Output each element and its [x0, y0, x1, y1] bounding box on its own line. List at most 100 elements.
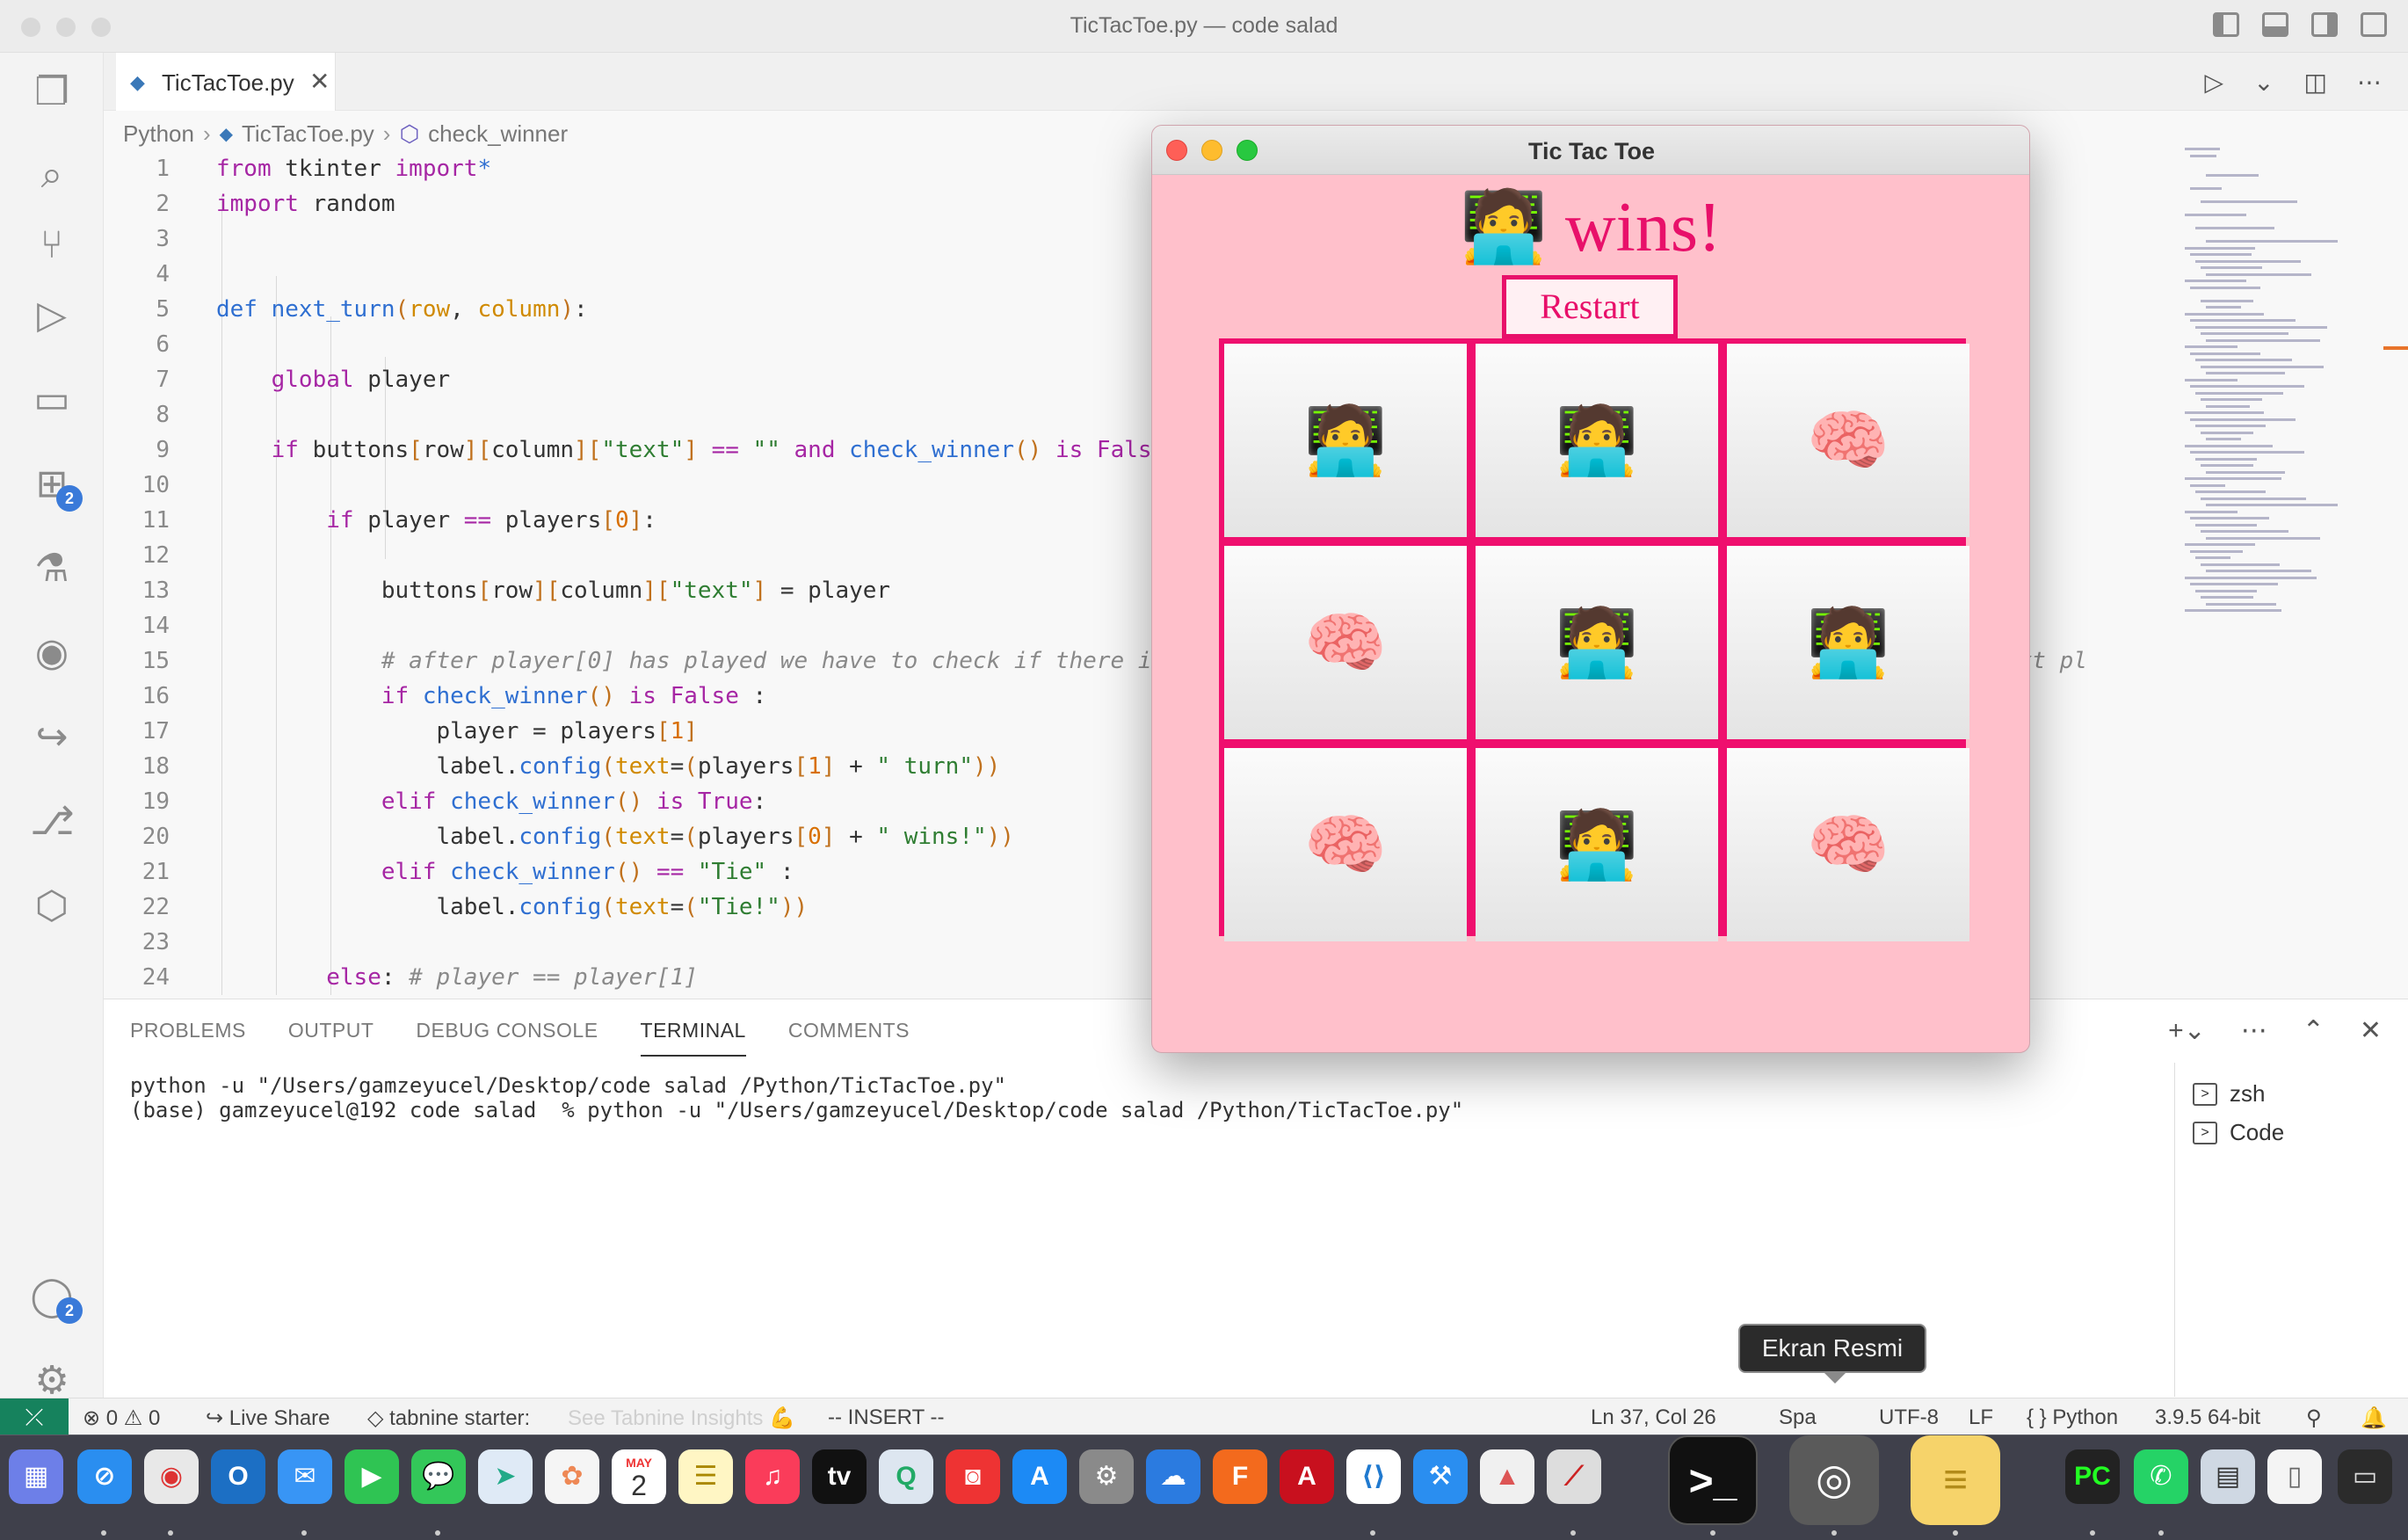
photo-booth-icon[interactable]: ◙: [946, 1449, 1000, 1504]
app-store-icon[interactable]: A: [1012, 1449, 1067, 1504]
remote-explorer-icon[interactable]: ▭: [30, 378, 74, 422]
indentation[interactable]: Spa: [1779, 1406, 1817, 1430]
preview-icon[interactable]: ▤: [2201, 1449, 2255, 1504]
music-icon[interactable]: ♫: [745, 1449, 800, 1504]
board-cell[interactable]: 🧠: [1224, 546, 1467, 739]
minimap-line: [2195, 457, 2257, 461]
toggle-secondary-sidebar-icon[interactable]: [2311, 12, 2338, 37]
whatsapp-icon[interactable]: ✆: [2134, 1449, 2188, 1504]
extensions-icon[interactable]: ⊞ 2: [30, 462, 83, 512]
notifications-icon[interactable]: 🔔: [2361, 1406, 2387, 1431]
matlab-icon[interactable]: ▲: [1480, 1449, 1534, 1504]
source-control-icon[interactable]: ⑂: [30, 223, 74, 267]
line-ending[interactable]: LF: [1969, 1406, 1993, 1430]
xcode-icon[interactable]: ⚒: [1413, 1449, 1468, 1504]
facetime-icon[interactable]: ▶: [345, 1449, 399, 1504]
pycharm-icon[interactable]: PC: [2065, 1449, 2120, 1504]
terminal-app-icon[interactable]: >_: [1668, 1435, 1758, 1525]
tabnine-status[interactable]: ◇ tabnine starter:: [367, 1406, 530, 1431]
notes-icon[interactable]: ☰: [678, 1449, 733, 1504]
git-graph-icon[interactable]: ⎇: [30, 800, 75, 844]
tab-terminal[interactable]: TERMINAL: [640, 1019, 746, 1057]
minimap[interactable]: [2174, 148, 2394, 622]
terminal-item-zsh[interactable]: > zsh: [2193, 1080, 2265, 1108]
close-icon[interactable]: ✕: [309, 67, 330, 96]
maps-icon[interactable]: ➤: [478, 1449, 533, 1504]
apple-tv-icon[interactable]: tv: [812, 1449, 867, 1504]
more-icon[interactable]: ⋯: [2241, 1015, 2267, 1046]
cursor-position[interactable]: Ln 37, Col 26: [1591, 1406, 1716, 1430]
github-icon[interactable]: ◉: [30, 631, 74, 675]
tab-problems[interactable]: PROBLEMS: [130, 1019, 246, 1057]
breadcrumb-folder[interactable]: Python: [123, 120, 194, 148]
terminal-item-code[interactable]: > Code: [2193, 1119, 2284, 1146]
toggle-sidebar-icon[interactable]: [2213, 12, 2239, 37]
problems-status[interactable]: ⊗ 0 ⚠ 0: [83, 1406, 160, 1431]
tabnine-insights[interactable]: See Tabnine Insights 💪: [568, 1406, 795, 1431]
tab-debug-console[interactable]: DEBUG CONSOLE: [416, 1019, 598, 1057]
encoding[interactable]: UTF-8: [1879, 1406, 1939, 1430]
tabnine-label: tabnine starter:: [389, 1406, 531, 1430]
board-cell[interactable]: 🧑‍💻: [1476, 748, 1718, 941]
feedback-icon[interactable]: ⚲: [2306, 1406, 2322, 1431]
customize-layout-icon[interactable]: [2361, 12, 2387, 37]
compass-icon[interactable]: ⟋: [1547, 1449, 1601, 1504]
run-debug-icon[interactable]: ▷: [30, 294, 74, 338]
restart-button[interactable]: Restart: [1502, 275, 1678, 338]
safari-icon[interactable]: ⊘: [77, 1449, 132, 1504]
tab-tictactoe[interactable]: ◆ TicTacToe.py ✕: [116, 53, 336, 111]
accounts-icon[interactable]: ◯ 2: [30, 1275, 83, 1324]
run-icon[interactable]: ▷: [2205, 68, 2224, 97]
more-actions-icon[interactable]: ⋯: [2357, 68, 2382, 97]
photos-icon[interactable]: ✿: [545, 1449, 599, 1504]
python-interpreter[interactable]: 3.9.5 64-bit: [2155, 1406, 2260, 1430]
settings-gear-icon[interactable]: ⚙: [30, 1359, 74, 1403]
remote-indicator-icon[interactable]: ⤫: [0, 1398, 69, 1435]
screenshot-icon[interactable]: ◎: [1789, 1435, 1879, 1525]
close-panel-icon[interactable]: ✕: [2360, 1015, 2382, 1046]
board-cell[interactable]: 🧑‍💻: [1224, 344, 1467, 537]
calendar-icon[interactable]: MAY 2: [612, 1449, 666, 1504]
toggle-panel-icon[interactable]: [2262, 12, 2288, 37]
stickies-icon[interactable]: ≡: [1911, 1435, 2000, 1525]
explorer-icon[interactable]: ❐: [30, 70, 74, 114]
split-editor-icon[interactable]: ◫: [2304, 68, 2327, 97]
live-share-icon[interactable]: ↪: [30, 716, 74, 759]
language-mode[interactable]: { } Python: [2027, 1406, 2118, 1430]
tab-output[interactable]: OUTPUT: [288, 1019, 374, 1057]
maximize-panel-icon[interactable]: ⌃: [2303, 1015, 2325, 1046]
vscode-icon[interactable]: ⟨⟩: [1346, 1449, 1401, 1504]
outlook-icon[interactable]: O: [211, 1449, 265, 1504]
search-icon[interactable]: ⌕: [30, 153, 74, 197]
board-cell[interactable]: 🧑‍💻: [1476, 546, 1718, 739]
live-share-status[interactable]: ↪ Live Share: [206, 1406, 330, 1431]
minimap-line: [2195, 359, 2292, 361]
terminal-output[interactable]: python -u "/Users/gamzeyucel/Desktop/cod…: [130, 1073, 1463, 1122]
downloads-icon[interactable]: ▭: [2338, 1449, 2392, 1504]
breadcrumb-symbol[interactable]: check_winner: [428, 120, 568, 148]
quicktime-icon[interactable]: Q: [879, 1449, 933, 1504]
breadcrumb-file[interactable]: TicTacToe.py: [242, 120, 374, 148]
document-icon[interactable]: ▯: [2267, 1449, 2322, 1504]
autocad-icon[interactable]: A: [1280, 1449, 1334, 1504]
testing-icon[interactable]: ⚗: [30, 547, 74, 591]
onedrive-icon[interactable]: ☁: [1146, 1449, 1200, 1504]
messages-icon[interactable]: 💬: [411, 1449, 466, 1504]
new-terminal-icon[interactable]: +⌄: [2168, 1015, 2206, 1046]
board-cell[interactable]: 🧠: [1727, 748, 1969, 941]
board-cell[interactable]: 🧠: [1224, 748, 1467, 941]
minimap-line: [2201, 464, 2253, 467]
run-code-icon[interactable]: ⬡: [30, 884, 74, 928]
layout-controls[interactable]: [2213, 12, 2387, 37]
tab-comments[interactable]: COMMENTS: [788, 1019, 910, 1057]
board-cell[interactable]: 🧑‍💻: [1727, 546, 1969, 739]
running-indicator: [1831, 1530, 1837, 1536]
chrome-icon[interactable]: ◉: [144, 1449, 199, 1504]
board-cell[interactable]: 🧑‍💻: [1476, 344, 1718, 537]
fusion-360-icon[interactable]: F: [1213, 1449, 1267, 1504]
chevron-down-icon[interactable]: ⌄: [2253, 68, 2274, 97]
launchpad-icon[interactable]: ▦: [9, 1449, 63, 1504]
board-cell[interactable]: 🧠: [1727, 344, 1969, 537]
mail-icon[interactable]: ✉: [278, 1449, 332, 1504]
system-settings-icon[interactable]: ⚙: [1079, 1449, 1134, 1504]
